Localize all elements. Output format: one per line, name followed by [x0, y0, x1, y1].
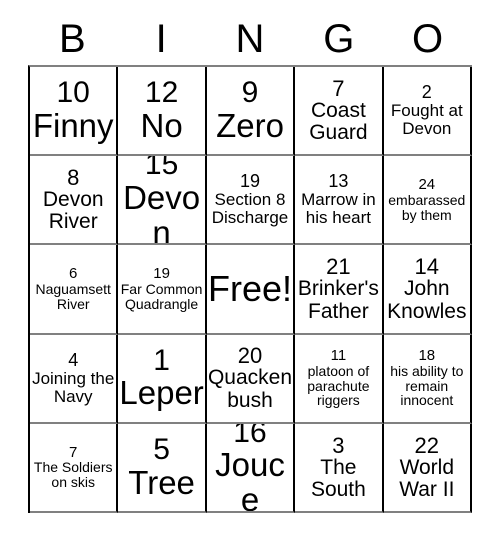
- bingo-cell-text: Quacken bush: [207, 366, 293, 412]
- bingo-cell-number: 22: [414, 432, 440, 458]
- bingo-cell-number: 15: [144, 156, 179, 182]
- bingo-cell-text: Far Common Quadrangle: [120, 281, 203, 312]
- bingo-cell-text: Naguamsett River: [35, 281, 111, 312]
- bingo-cell[interactable]: 8 Devon River: [30, 156, 119, 246]
- bingo-cell-text: The South: [310, 455, 366, 501]
- bingo-cell-number: 7: [332, 75, 345, 101]
- bingo-cell[interactable]: 18 his ability to remain innocent: [383, 334, 472, 424]
- bingo-cell-text: John Knowles: [387, 277, 467, 323]
- bingo-cell-text: his ability to remain innocent: [390, 362, 464, 409]
- bingo-cell-number: 12: [144, 76, 179, 110]
- bingo-cell-text: Marrow in his heart: [301, 190, 376, 228]
- bingo-cell-number: 9: [241, 76, 259, 110]
- bingo-header-letter-g: G: [323, 17, 355, 61]
- bingo-cell-number: 4: [68, 349, 79, 370]
- bingo-cell-number: 21: [326, 254, 351, 280]
- bingo-cell-text: The Soldiers on skis: [33, 459, 113, 491]
- bingo-cell[interactable]: 5 Tree: [118, 423, 207, 513]
- bingo-cell-number: 7: [69, 443, 78, 461]
- bingo-cell-text: Tree: [128, 463, 195, 501]
- bingo-cell-number: 19: [239, 171, 260, 192]
- bingo-cell[interactable]: 11 platoon of parachute riggers: [295, 334, 384, 424]
- bingo-cell-text: Jouce: [215, 446, 285, 513]
- bingo-cell-number: 1: [153, 343, 170, 377]
- bingo-cell-text: Section 8 Discharge: [211, 190, 289, 228]
- bingo-cell[interactable]: 19 Far Common Quadrangle: [118, 245, 207, 335]
- bingo-cell[interactable]: 21 Brinker's Father: [295, 245, 384, 335]
- bingo-header-row: B I N G O: [28, 14, 472, 64]
- bingo-cell-number: 14: [414, 254, 440, 280]
- bingo-cell-text: Coast Guard: [309, 98, 368, 145]
- bingo-free-space[interactable]: Free!: [206, 245, 296, 335]
- bingo-cell[interactable]: 14 John Knowles: [383, 245, 472, 335]
- bingo-grid: 10 Finny 12 No 9 Zero 7 Coast Guard 2 Fought at D…: [28, 65, 472, 513]
- bingo-cell-number: 6: [69, 265, 78, 283]
- bingo-cell[interactable]: 15 Devon: [118, 156, 207, 246]
- bingo-cell[interactable]: 6 Naguamsett River: [30, 245, 119, 335]
- bingo-cell-number: 24: [418, 176, 436, 194]
- bingo-cell[interactable]: 12 No: [118, 67, 207, 157]
- bingo-cell[interactable]: 2 Fought at Devon: [383, 67, 472, 157]
- bingo-cell[interactable]: 13 Marrow in his heart: [295, 156, 384, 246]
- bingo-cell[interactable]: 20 Quacken bush: [206, 334, 296, 424]
- bingo-cell[interactable]: 22 World War II: [383, 423, 472, 513]
- bingo-free-space-label: Free!: [207, 267, 292, 309]
- bingo-cell-text: Zero: [216, 106, 284, 144]
- bingo-cell-number: 13: [328, 171, 349, 192]
- bingo-cell-text: Leper: [119, 374, 204, 412]
- bingo-cell-text: Fought at Devon: [390, 101, 463, 139]
- bingo-cell-text: Joining the Navy: [32, 368, 115, 406]
- bingo-cell[interactable]: 16 Jouce: [206, 423, 296, 513]
- bingo-header-letter-i: I: [155, 17, 167, 61]
- bingo-cell[interactable]: 7 Coast Guard: [295, 67, 384, 157]
- bingo-cell-text: Devon: [123, 178, 201, 246]
- bingo-cell[interactable]: 4 Joining the Navy: [30, 334, 119, 424]
- bingo-cell-text: platoon of parachute riggers: [307, 362, 370, 409]
- bingo-header-letter-o: O: [412, 17, 444, 61]
- bingo-cell-number: 19: [153, 265, 170, 283]
- bingo-cell-number: 8: [67, 164, 80, 190]
- bingo-cell-number: 11: [330, 347, 347, 365]
- bingo-cell-number: 18: [418, 347, 436, 365]
- bingo-cell[interactable]: 7 The Soldiers on skis: [30, 423, 119, 513]
- bingo-cell[interactable]: 1 Leper: [118, 334, 207, 424]
- bingo-cell-text: Devon River: [42, 188, 104, 234]
- bingo-cell-number: 20: [237, 343, 263, 369]
- bingo-header-letter-n: N: [235, 17, 265, 61]
- bingo-card: B I N G O 10 Finny 12 No 9 Zero 7 Coast Guard 2 F…: [0, 0, 500, 544]
- bingo-cell-number: 16: [233, 423, 267, 449]
- bingo-cell[interactable]: 10 Finny: [30, 67, 119, 157]
- bingo-cell[interactable]: 9 Zero: [206, 67, 296, 157]
- bingo-cell-number: 5: [153, 433, 170, 467]
- bingo-cell-number: 3: [332, 432, 345, 458]
- bingo-cell-text: No: [140, 106, 183, 144]
- bingo-header-letter-b: B: [59, 17, 86, 61]
- bingo-cell-text: World War II: [399, 455, 455, 501]
- bingo-cell[interactable]: 19 Section 8 Discharge: [206, 156, 296, 246]
- bingo-cell[interactable]: 24 embarassed by them: [383, 156, 472, 246]
- bingo-cell-number: 2: [421, 82, 432, 103]
- bingo-cell-text: Brinker's Father: [297, 277, 379, 323]
- bingo-cell-text: Finny: [32, 106, 114, 144]
- bingo-cell-text: embarassed by them: [388, 191, 466, 223]
- bingo-cell[interactable]: 3 The South: [295, 423, 384, 513]
- bingo-cell-number: 10: [56, 76, 90, 110]
